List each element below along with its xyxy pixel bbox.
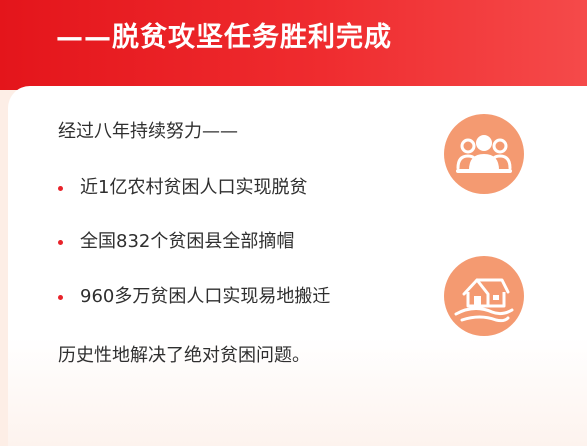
house-relocation-icon xyxy=(444,256,524,336)
list-item-text: 近1亿农村贫困人口实现脱贫 xyxy=(80,177,308,198)
bullet-dot-icon xyxy=(58,294,63,300)
people-group-icon xyxy=(444,114,524,194)
list-item-text: 960多万贫困人口实现易地搬迁 xyxy=(80,286,331,307)
page-title: ——脱贫攻坚任务胜利完成 xyxy=(56,22,392,53)
conclusion-text: 历史性地解决了绝对贫困问题。 xyxy=(58,345,310,366)
header-banner: ——脱贫攻坚任务胜利完成 xyxy=(0,0,587,90)
list-item: 全国832个贫困县全部摘帽 xyxy=(58,230,294,254)
list-item: 近1亿农村贫困人口实现脱贫 xyxy=(58,176,307,200)
list-item: 960多万贫困人口实现易地搬迁 xyxy=(58,285,330,309)
intro-text: 经过八年持续努力—— xyxy=(58,121,238,142)
bullet-dot-icon xyxy=(58,239,63,245)
bullet-dot-icon xyxy=(58,185,63,191)
list-item-text: 全国832个贫困县全部摘帽 xyxy=(80,231,295,252)
